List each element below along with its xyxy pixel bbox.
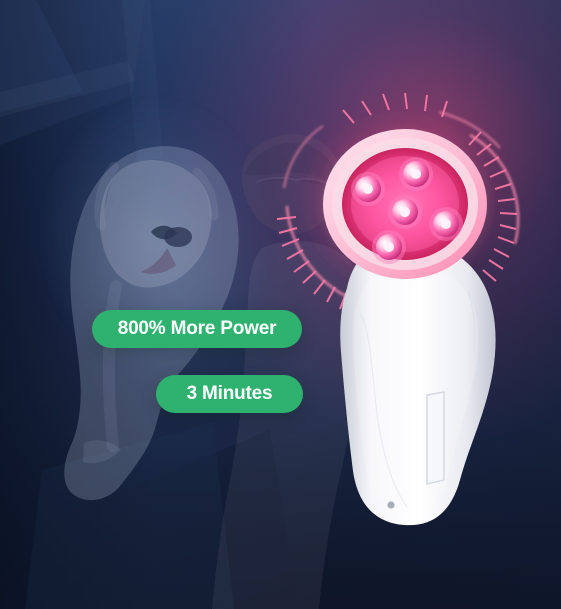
red-light-device-icon [323,129,496,526]
power-badge: 800% More Power [92,310,302,348]
minutes-badge-label: 3 Minutes [186,383,273,404]
hero-illustration [0,0,520,609]
power-badge-label: 800% More Power [117,318,277,339]
device-head [323,129,487,279]
promo-hero: 800% More Power 3 Minutes [0,0,561,609]
minutes-badge: 3 Minutes [156,375,303,413]
